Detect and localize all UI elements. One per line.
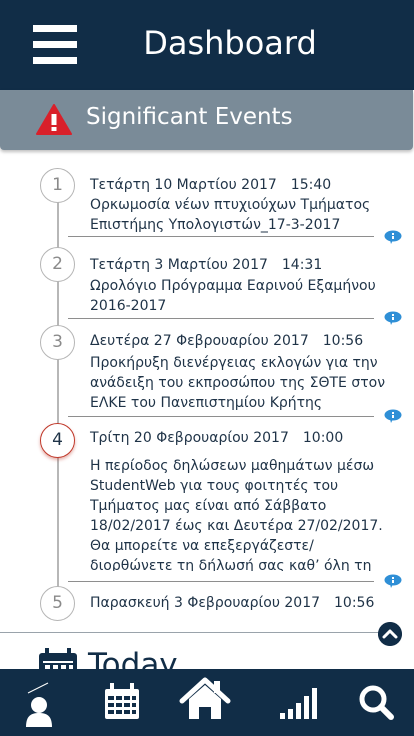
event-number-5: 5 — [40, 586, 75, 621]
event-separator — [68, 318, 374, 319]
comment-bubble-icon[interactable] — [384, 230, 402, 244]
nav-calendar-button[interactable] — [93, 669, 153, 736]
section-divider — [0, 632, 380, 633]
nav-home-button[interactable] — [176, 669, 236, 736]
event-time: 10:56 — [334, 595, 375, 611]
event-date: Παρασκευή 3 Φεβρουαρίου 2017 — [90, 595, 321, 611]
event-time: 15:40 — [290, 177, 332, 193]
event-date: Τετάρτη 10 Μαρτίου 2017 — [90, 177, 277, 193]
app-header: Dashboard — [0, 0, 414, 90]
event-time: 10:00 — [302, 430, 344, 446]
search-icon — [359, 685, 394, 720]
event-meta-3: Δευτέρα 27 Φεβρουαρίου 2017 10:56 — [90, 333, 363, 349]
event-number-1: 1 — [40, 168, 75, 203]
event-number-2: 2 — [40, 247, 75, 282]
event-separator — [68, 416, 374, 417]
signal-bars-icon — [280, 688, 317, 719]
bottom-navigation — [0, 669, 414, 736]
event-number-3: 3 — [40, 325, 75, 360]
event-text-3[interactable]: Προκήρυξη διενέργειας εκλογών για την αν… — [90, 353, 390, 413]
comment-bubble-icon[interactable] — [384, 574, 402, 588]
event-text-2[interactable]: Ωρολόγιο Πρόγραμμα Εαρινού Εξαμήνου 2016… — [90, 276, 390, 316]
event-separator — [68, 236, 374, 237]
significant-events-title: Significant Events — [86, 104, 293, 130]
home-icon — [179, 677, 231, 719]
event-meta-4: Τρίτη 20 Φεβρουαρίου 2017 10:00 — [90, 430, 343, 446]
event-text-4-container[interactable]: Η περίοδος δηλώσεων μαθημάτων μέσω Stude… — [90, 456, 390, 571]
event-time: 10:56 — [322, 333, 364, 349]
warning-icon — [36, 104, 72, 135]
event-meta-2: Τετάρτη 3 Μαρτίου 2017 14:31 — [90, 257, 322, 273]
event-time: 14:31 — [281, 257, 323, 273]
event-text-4: Η περίοδος δηλώσεων μαθημάτων μέσω Stude… — [90, 458, 383, 571]
timeline-line — [57, 170, 59, 610]
calendar-icon — [105, 683, 139, 719]
chevron-up-icon[interactable] — [378, 622, 402, 646]
nav-search-button[interactable] — [346, 669, 406, 736]
event-text-1[interactable]: Ορκωμοσία νέων πτυχιούχων Τμήματος Επιστ… — [90, 195, 390, 235]
event-date: Τρίτη 20 Φεβρουαρίου 2017 — [90, 430, 289, 446]
event-meta-5: Παρασκευή 3 Φεβρουαρίου 2017 10:56 — [90, 595, 374, 611]
comment-bubble-icon[interactable] — [384, 311, 402, 325]
event-date: Δευτέρα 27 Φεβρουαρίου 2017 — [90, 333, 309, 349]
user-icon — [26, 682, 52, 727]
comment-bubble-icon[interactable] — [384, 409, 402, 423]
event-number-4: 4 — [40, 423, 75, 458]
nav-profile-button[interactable] — [14, 669, 74, 736]
nav-stats-button[interactable] — [270, 669, 330, 736]
event-separator — [68, 581, 374, 582]
event-date: Τετάρτη 3 Μαρτίου 2017 — [90, 257, 268, 273]
event-meta-1: Τετάρτη 10 Μαρτίου 2017 15:40 — [90, 177, 331, 193]
page-title: Dashboard — [143, 24, 317, 62]
